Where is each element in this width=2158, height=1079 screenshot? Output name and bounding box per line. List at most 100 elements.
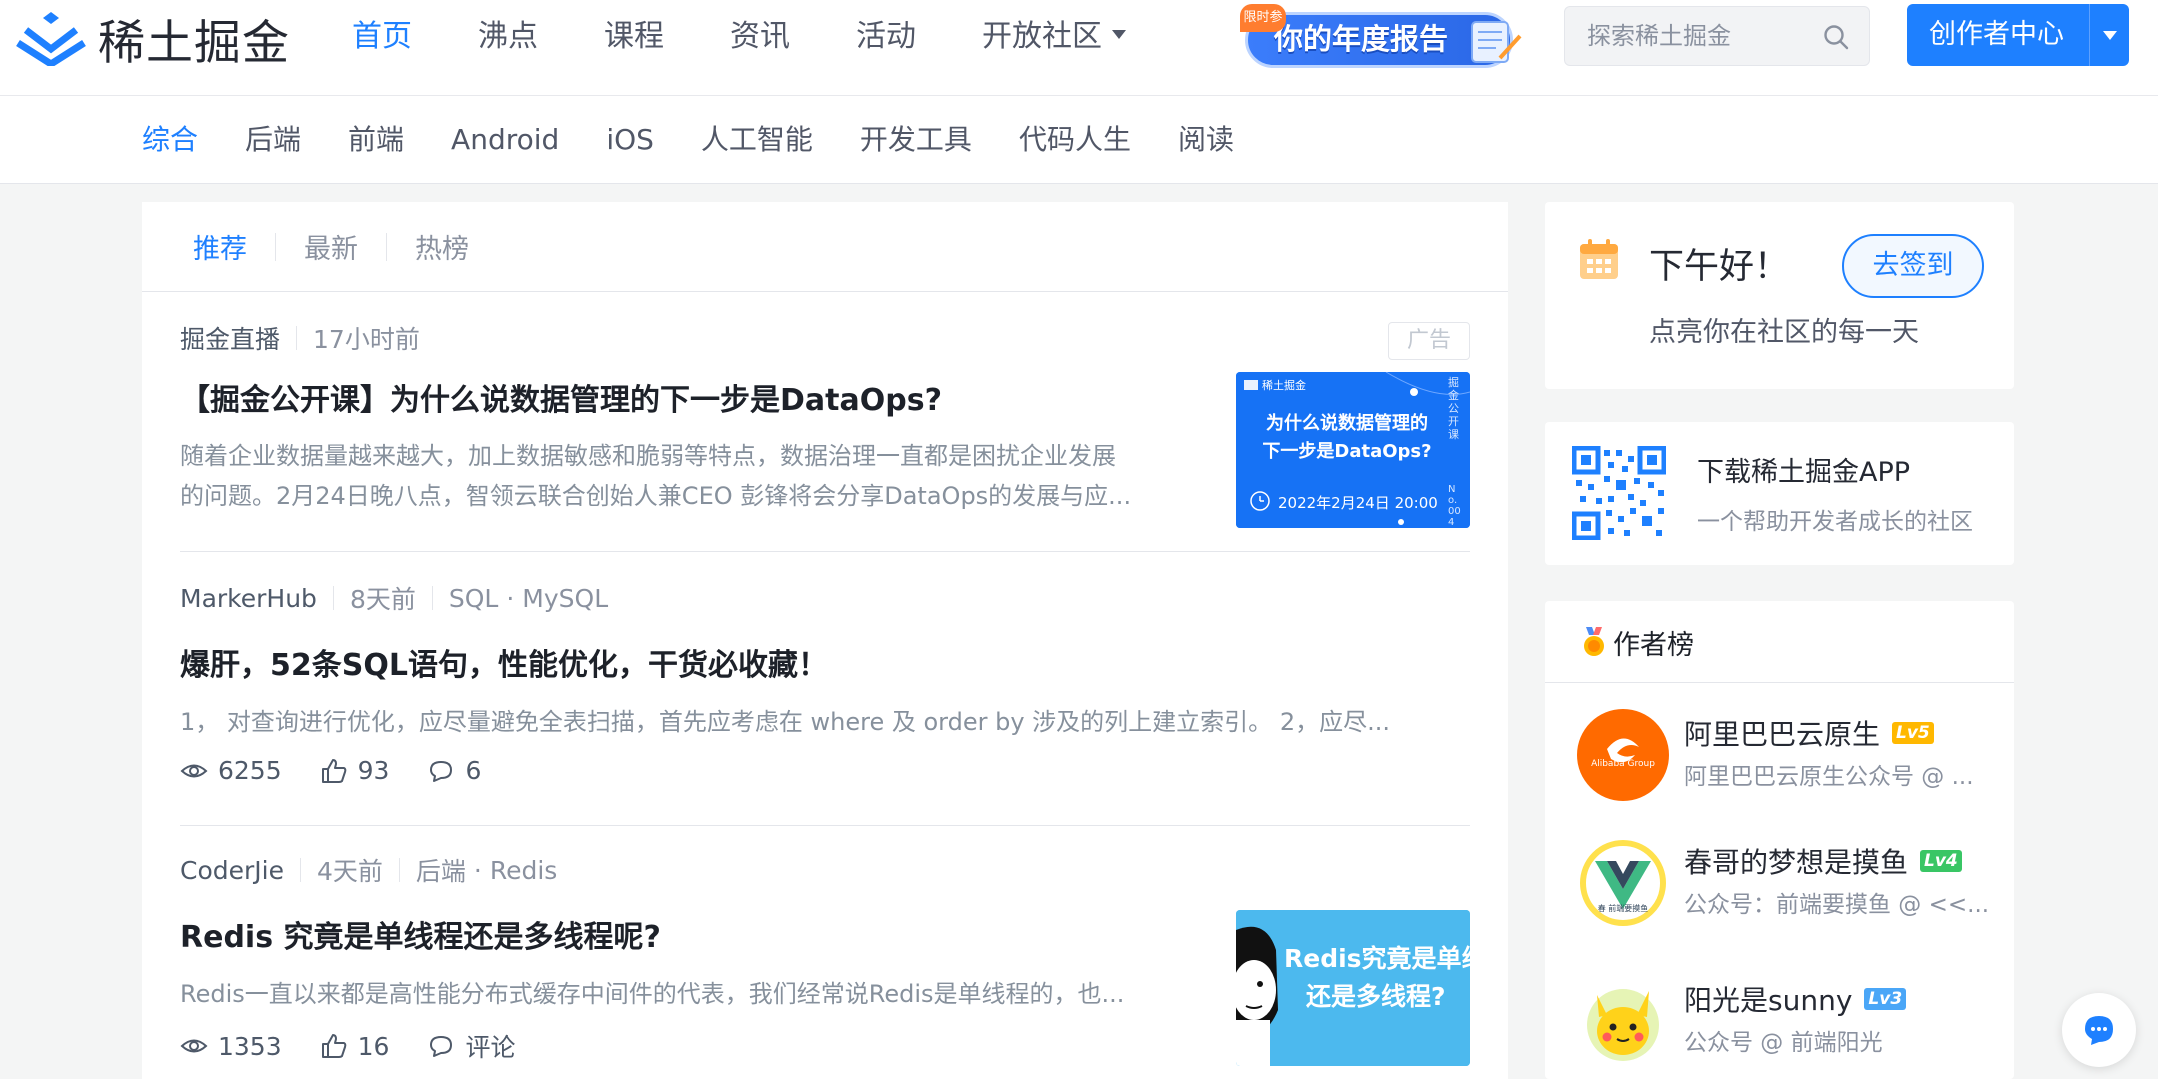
author-item[interactable]: 阳光是sunny Lv3 公众号 @ 前端阳光 xyxy=(1577,975,1997,1067)
entry-tag[interactable]: SQL xyxy=(449,584,498,613)
article-entry[interactable]: MarkerHub 8天前 SQL · MySQL 爆肝，52条SQL语句，性能… xyxy=(180,580,1470,826)
author-item[interactable]: 春 前端要摸鱼 春哥的梦想是摸鱼 Lv4 公众号：前端要摸鱼 @ <<... xyxy=(1577,837,1997,929)
category-devtools[interactable]: 开发工具 xyxy=(860,118,972,162)
nav-events[interactable]: 活动 xyxy=(856,14,916,60)
entry-author[interactable]: MarkerHub xyxy=(180,584,317,613)
meta-divider xyxy=(398,858,400,882)
entry-stats: 6255 93 6 xyxy=(180,756,519,785)
report-scroll-icon xyxy=(1471,21,1522,63)
calendar-icon xyxy=(1580,239,1618,279)
likes-count: 93 xyxy=(357,756,390,785)
meta-divider xyxy=(431,586,433,610)
feedback-float-button[interactable] xyxy=(2062,993,2136,1067)
article-entry[interactable]: 掘金直播 17小时前 广告 【掘金公开课】为什么说数据管理的下一步是DataOp… xyxy=(180,320,1470,552)
annual-report-banner[interactable]: 你的年度报告 限时参 xyxy=(1240,4,1530,70)
tab-recommended[interactable]: 推荐 xyxy=(193,227,247,266)
entry-tag[interactable]: MySQL xyxy=(522,584,608,613)
category-backend[interactable]: 后端 xyxy=(245,118,301,162)
entry-meta: MarkerHub 8天前 SQL · MySQL xyxy=(180,580,608,616)
author-desc: 公众号 @ 前端阳光 xyxy=(1684,1030,1883,1056)
author-name[interactable]: 春哥的梦想是摸鱼 Lv4 xyxy=(1684,841,1962,881)
article-entry[interactable]: CoderJie 4天前 后端 · Redis Redis 究竟是单线程还是多线… xyxy=(180,852,1470,1079)
avatar[interactable]: Alibaba Group xyxy=(1577,709,1669,801)
category-ios[interactable]: iOS xyxy=(606,118,654,162)
creator-center-dropdown[interactable] xyxy=(2089,4,2129,66)
nav-open-community-label: 开放社区 xyxy=(982,19,1102,54)
thumbs-up-icon xyxy=(321,1034,346,1058)
level-badge: Lv3 xyxy=(1864,988,1907,1010)
entry-divider xyxy=(180,551,1470,552)
author-ranking-header: 作者榜 xyxy=(1545,601,2014,683)
search-box xyxy=(1564,6,1870,66)
nav-pins[interactable]: 沸点 xyxy=(478,14,538,60)
app-download-title: 下载稀土掘金APP xyxy=(1697,457,1911,488)
entry-time: 17小时前 xyxy=(313,325,420,354)
caret-down-icon xyxy=(2103,31,2117,40)
category-code-life[interactable]: 代码人生 xyxy=(1019,118,1131,162)
avatar[interactable]: 春 前端要摸鱼 xyxy=(1577,837,1669,929)
author-name-text: 阳光是sunny xyxy=(1684,984,1853,1017)
author-item[interactable]: Alibaba Group 阿里巴巴云原生 Lv5 阿里巴巴云原生公众号 @ .… xyxy=(1577,709,1997,801)
entry-thumbnail[interactable]: Redis究竟是单线 还是多线程? xyxy=(1236,910,1470,1066)
thumbnail-issue: No.004 xyxy=(1448,484,1461,528)
likes-stat[interactable]: 16 xyxy=(320,1032,389,1061)
entry-description: Redis一直以来都是高性能分布式缓存中间件的代表，我们经常说Redis是单线程… xyxy=(180,980,1125,1008)
entry-meta: CoderJie 4天前 后端 · Redis xyxy=(180,852,557,888)
category-ai[interactable]: 人工智能 xyxy=(701,118,813,162)
views-stat: 6255 xyxy=(180,756,282,785)
nav-home[interactable]: 首页 xyxy=(352,14,412,60)
entry-divider xyxy=(180,825,1470,826)
entry-title[interactable]: 爆肝，52条SQL语句，性能优化，干货必收藏！ xyxy=(180,640,828,684)
nav-courses[interactable]: 课程 xyxy=(604,14,664,60)
annual-report-text: 你的年度报告 xyxy=(1274,22,1449,56)
nav-open-community[interactable]: 开放社区 xyxy=(982,14,1126,60)
author-name[interactable]: 阳光是sunny Lv3 xyxy=(1684,979,1907,1019)
category-android[interactable]: Android xyxy=(451,118,559,162)
tab-latest[interactable]: 最新 xyxy=(304,227,358,266)
logo[interactable]: 稀土掘金 xyxy=(16,8,290,71)
avatar[interactable] xyxy=(1577,975,1669,1067)
entry-description: 随着企业数据量越来越大，加上数据敏感和脆弱等特点，数据治理一直都是困扰企业发展 … xyxy=(180,436,1190,516)
category-bar: 综合 后端 前端 Android iOS 人工智能 开发工具 代码人生 阅读 xyxy=(0,96,2158,184)
tag-separator: · xyxy=(506,583,515,613)
logo-text: 稀土掘金 xyxy=(98,15,290,71)
entry-tag[interactable]: 后端 xyxy=(416,852,466,888)
main-nav: 首页 沸点 课程 资讯 活动 开放社区 xyxy=(352,14,1192,60)
entry-tag[interactable]: Redis xyxy=(490,856,557,885)
tab-divider xyxy=(386,232,387,261)
category-all[interactable]: 综合 xyxy=(142,118,198,162)
top-header: 稀土掘金 首页 沸点 课程 资讯 活动 开放社区 你的年度报告 限时参 创作者中… xyxy=(0,0,2158,96)
avatar-text: Alibaba Group xyxy=(1591,759,1655,769)
greeting-subtitle: 点亮你在社区的每一天 xyxy=(1649,317,1919,348)
entry-author[interactable]: CoderJie xyxy=(180,856,284,885)
caret-down-icon xyxy=(1112,30,1126,39)
meta-divider xyxy=(299,858,301,882)
comments-stat[interactable]: 评论 xyxy=(427,1028,515,1064)
comments-count: 评论 xyxy=(465,1033,516,1062)
app-download-subtitle: 一个帮助开发者成长的社区 xyxy=(1697,509,1973,535)
nav-news[interactable]: 资讯 xyxy=(730,14,790,60)
comments-stat[interactable]: 6 xyxy=(427,756,481,785)
signin-button[interactable]: 去签到 xyxy=(1842,234,1984,298)
author-desc: 公众号：前端要摸鱼 @ <<... xyxy=(1684,892,1990,918)
entry-thumbnail[interactable]: 稀土掘金 为什么说数据管理的 下一步是DataOps? 2022年2月24日 2… xyxy=(1236,372,1470,528)
search-icon[interactable] xyxy=(1823,24,1849,50)
thumbnail-line: 下一步是DataOps? xyxy=(1262,441,1432,462)
views-count: 6255 xyxy=(218,756,282,785)
tab-hot[interactable]: 热榜 xyxy=(415,227,469,266)
entry-title[interactable]: Redis 究竟是单线程还是多线程呢? xyxy=(180,912,661,956)
download-app-card[interactable]: 下载稀土掘金APP 一个帮助开发者成长的社区 xyxy=(1545,422,2014,565)
entry-author[interactable]: 掘金直播 xyxy=(180,320,280,356)
author-name[interactable]: 阿里巴巴云原生 Lv5 xyxy=(1684,713,1934,753)
category-frontend[interactable]: 前端 xyxy=(348,118,404,162)
eye-icon xyxy=(180,764,208,777)
author-name-text: 春哥的梦想是摸鱼 xyxy=(1684,846,1909,879)
entry-time: 8天前 xyxy=(349,585,416,614)
category-reading[interactable]: 阅读 xyxy=(1178,118,1234,162)
likes-stat[interactable]: 93 xyxy=(320,756,390,785)
entry-title[interactable]: 【掘金公开课】为什么说数据管理的下一步是DataOps? xyxy=(180,375,942,419)
creator-center-button[interactable]: 创作者中心 xyxy=(1907,4,2129,66)
avatar-text: 春 前端要摸鱼 xyxy=(1597,904,1649,913)
views-count: 1353 xyxy=(218,1031,282,1061)
search-input[interactable] xyxy=(1565,7,1805,65)
